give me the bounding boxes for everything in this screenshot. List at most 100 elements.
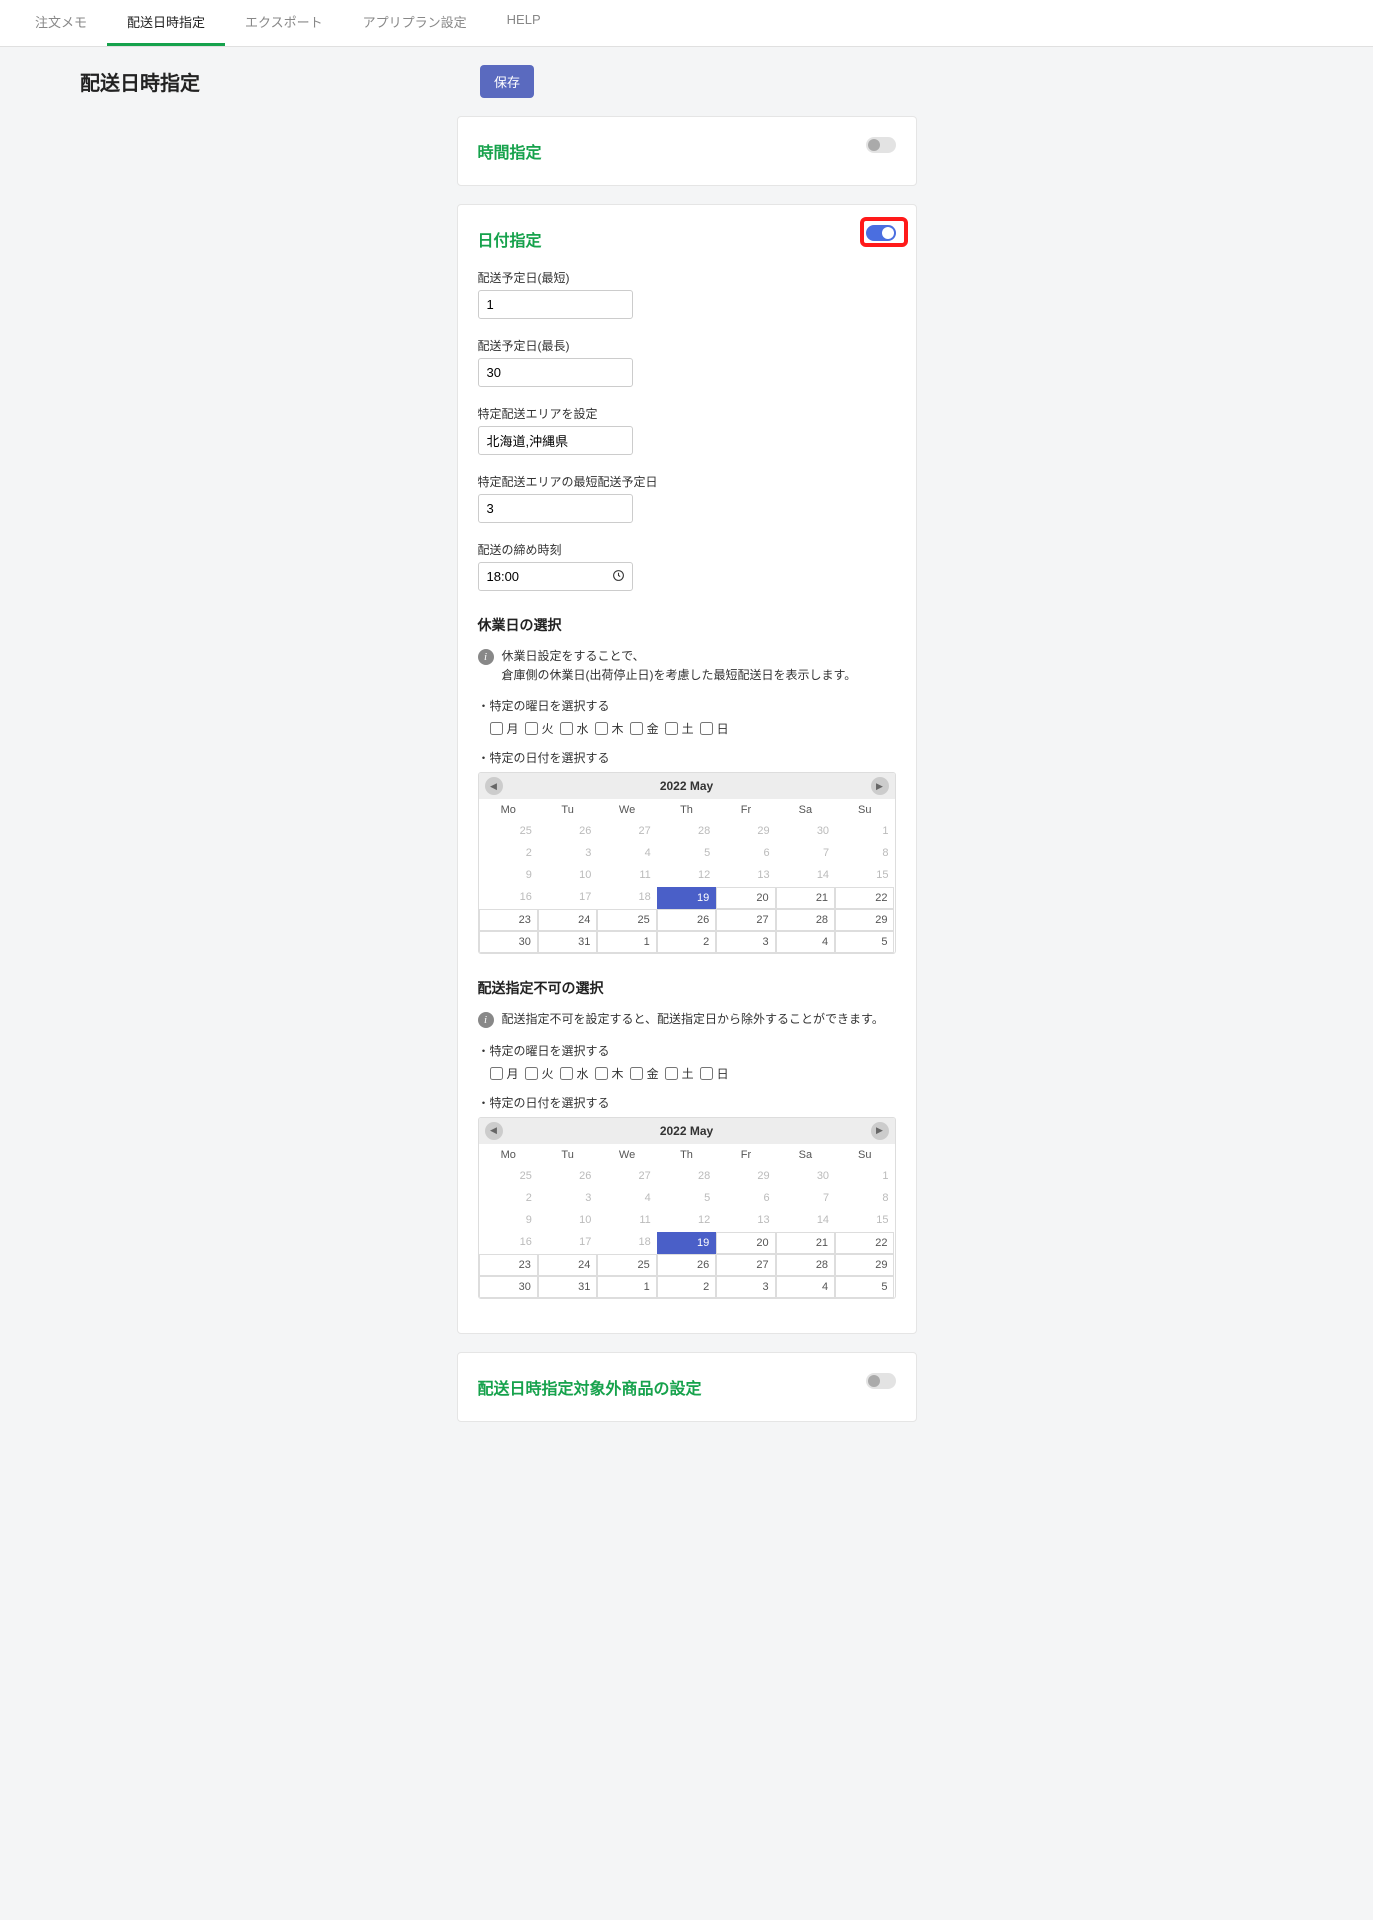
calendar-dow: We: [597, 799, 656, 821]
weekday-checkbox[interactable]: [700, 722, 713, 735]
weekday-checkbox-item[interactable]: 土: [665, 1065, 694, 1082]
calendar-cell[interactable]: 25: [597, 909, 656, 931]
weekday-checkbox[interactable]: [560, 1067, 573, 1080]
calendar-cell: 10: [538, 865, 597, 887]
calendar-cell[interactable]: 2: [657, 931, 716, 953]
nav-tab[interactable]: 注文メモ: [15, 0, 107, 46]
weekday-checkbox-item[interactable]: 日: [700, 1065, 729, 1082]
nav-tab[interactable]: アプリプラン設定: [343, 0, 487, 46]
weekday-label: 金: [647, 1065, 659, 1082]
calendar-cell[interactable]: 19: [657, 887, 716, 909]
calendar-cell[interactable]: 1: [597, 1276, 656, 1298]
area-shortest-input[interactable]: [478, 494, 633, 523]
weekday-checkbox[interactable]: [490, 722, 503, 735]
weekday-checkbox[interactable]: [630, 1067, 643, 1080]
calendar-cell[interactable]: 1: [597, 931, 656, 953]
calendar-cell: 12: [657, 865, 716, 887]
weekday-checkbox-item[interactable]: 月: [490, 720, 519, 737]
nav-tab[interactable]: 配送日時指定: [107, 0, 225, 46]
calendar-cell[interactable]: 22: [835, 887, 894, 909]
weekday-checkbox-item[interactable]: 火: [525, 1065, 554, 1082]
calendar-cell[interactable]: 4: [776, 931, 835, 953]
weekday-checkbox-item[interactable]: 金: [630, 1065, 659, 1082]
calendar-cell[interactable]: 20: [716, 1232, 775, 1254]
calendar-cell[interactable]: 29: [835, 1254, 894, 1276]
calendar-cell[interactable]: 29: [835, 909, 894, 931]
calendar-cell: 30: [776, 1166, 835, 1188]
calendar-cell: 28: [657, 821, 716, 843]
calendar-cell[interactable]: 21: [776, 1232, 835, 1254]
weekday-checkbox-item[interactable]: 日: [700, 720, 729, 737]
calendar-cell[interactable]: 31: [538, 1276, 597, 1298]
calendar-cell[interactable]: 23: [479, 1254, 538, 1276]
calendar-cell[interactable]: 27: [716, 1254, 775, 1276]
area-input[interactable]: [478, 426, 633, 455]
calendar-cell: 15: [835, 1210, 894, 1232]
holiday-info-text: 休業日設定をすることで、 倉庫側の休業日(出荷停止日)を考慮した最短配送日を表示…: [502, 647, 857, 685]
weekday-checkbox[interactable]: [700, 1067, 713, 1080]
calendar-cell[interactable]: 30: [479, 1276, 538, 1298]
calendar-cell[interactable]: 26: [657, 909, 716, 931]
calendar-cell[interactable]: 31: [538, 931, 597, 953]
calendar-cell[interactable]: 2: [657, 1276, 716, 1298]
calendar-cell[interactable]: 28: [776, 1254, 835, 1276]
calendar-next-button[interactable]: ▶: [871, 1122, 889, 1140]
weekday-checkbox[interactable]: [490, 1067, 503, 1080]
calendar-cell[interactable]: 26: [657, 1254, 716, 1276]
calendar-cell[interactable]: 5: [835, 1276, 894, 1298]
calendar-cell[interactable]: 24: [538, 909, 597, 931]
calendar-cell[interactable]: 21: [776, 887, 835, 909]
calendar-prev-button[interactable]: ◀: [485, 1122, 503, 1140]
weekday-checkbox[interactable]: [525, 722, 538, 735]
calendar-cell[interactable]: 22: [835, 1232, 894, 1254]
calendar-cell[interactable]: 23: [479, 909, 538, 931]
weekday-checkbox[interactable]: [665, 1067, 678, 1080]
page-header: 配送日時指定 保存: [0, 47, 1373, 116]
weekday-checkbox[interactable]: [560, 722, 573, 735]
weekday-checkbox-item[interactable]: 木: [595, 720, 624, 737]
calendar-cell[interactable]: 30: [479, 931, 538, 953]
weekday-checkbox-item[interactable]: 火: [525, 720, 554, 737]
weekday-checkbox-item[interactable]: 水: [560, 1065, 589, 1082]
nav-tab[interactable]: HELP: [487, 0, 561, 46]
calendar-dow: Mo: [479, 1144, 538, 1166]
calendar-cell[interactable]: 27: [716, 909, 775, 931]
date-toggle[interactable]: [866, 225, 896, 241]
excluded-toggle[interactable]: [866, 1373, 896, 1389]
weekday-label: 土: [682, 1065, 694, 1082]
calendar-cell: 5: [657, 843, 716, 865]
shortest-date-input[interactable]: [478, 290, 633, 319]
nav-tab[interactable]: エクスポート: [225, 0, 343, 46]
calendar-cell: 7: [776, 843, 835, 865]
calendar-dow: Th: [657, 799, 716, 821]
calendar-cell[interactable]: 4: [776, 1276, 835, 1298]
calendar-cell[interactable]: 5: [835, 931, 894, 953]
calendar-cell: 1: [835, 1166, 894, 1188]
calendar-cell[interactable]: 20: [716, 887, 775, 909]
calendar-cell: 25: [479, 821, 538, 843]
calendar-cell[interactable]: 19: [657, 1232, 716, 1254]
weekday-checkbox[interactable]: [595, 1067, 608, 1080]
weekday-checkbox-item[interactable]: 土: [665, 720, 694, 737]
calendar-prev-button[interactable]: ◀: [485, 777, 503, 795]
weekday-checkbox-item[interactable]: 水: [560, 720, 589, 737]
calendar-cell[interactable]: 3: [716, 931, 775, 953]
weekday-label: 水: [577, 1065, 589, 1082]
calendar-cell[interactable]: 3: [716, 1276, 775, 1298]
longest-date-input[interactable]: [478, 358, 633, 387]
weekday-checkbox-item[interactable]: 月: [490, 1065, 519, 1082]
weekday-checkbox[interactable]: [525, 1067, 538, 1080]
weekday-checkbox-item[interactable]: 木: [595, 1065, 624, 1082]
weekday-checkbox-item[interactable]: 金: [630, 720, 659, 737]
cutoff-time-input[interactable]: [478, 562, 633, 591]
time-toggle[interactable]: [866, 137, 896, 153]
calendar-cell[interactable]: 24: [538, 1254, 597, 1276]
weekday-checkbox[interactable]: [595, 722, 608, 735]
calendar-cell[interactable]: 25: [597, 1254, 656, 1276]
save-button[interactable]: 保存: [480, 65, 534, 98]
calendar-cell[interactable]: 28: [776, 909, 835, 931]
weekday-checkbox[interactable]: [665, 722, 678, 735]
unavailable-calendar: ◀2022 May▶MoTuWeThFrSaSu2526272829301234…: [478, 1117, 896, 1299]
weekday-checkbox[interactable]: [630, 722, 643, 735]
calendar-next-button[interactable]: ▶: [871, 777, 889, 795]
